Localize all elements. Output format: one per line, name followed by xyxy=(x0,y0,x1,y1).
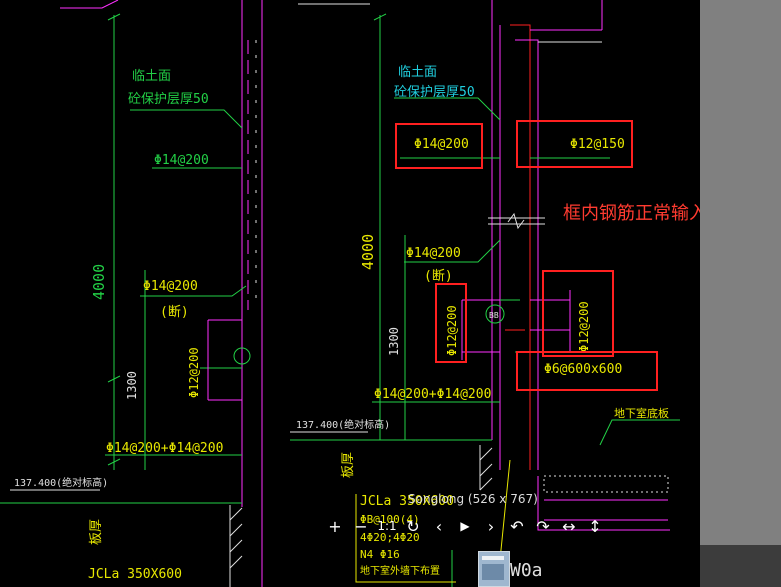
right-leader-beam xyxy=(499,459,511,561)
refresh-button[interactable]: ↻ xyxy=(400,514,426,538)
right-leader-cover xyxy=(394,97,501,121)
image-title: Songlong (526 x 767) xyxy=(408,492,538,506)
viewer-toolbar: + − 1:1 ↻ ‹ ▶ › ↶ ↷ ↔ ↕ xyxy=(322,514,608,538)
left-panel: 临土面 砼保护层厚50 Φ14@200 4000 Φ14@200 (断) Φ12… xyxy=(0,0,263,587)
right-rebar-mid: Φ14@200 xyxy=(406,246,461,261)
right-leader-floor xyxy=(599,419,680,446)
right-beam-6: W0a xyxy=(510,560,543,581)
left-rebar-bottom: Φ14@200+Φ14@200 xyxy=(106,441,223,456)
right-floor-slab xyxy=(543,475,669,493)
left-slab-label: 板厚 xyxy=(89,519,104,545)
right-rebar-mid-note: (断) xyxy=(424,269,453,284)
side-panel xyxy=(700,0,781,545)
cad-drawing: 临土面 砼保护层厚50 Φ14@200 4000 Φ14@200 (断) Φ12… xyxy=(0,0,680,587)
side-panel-footer xyxy=(700,545,781,587)
right-box-rebar-3: Φ12@200 xyxy=(445,305,459,356)
right-wall-rebar-2 xyxy=(515,39,539,470)
rotate-left-button[interactable]: ↶ xyxy=(504,514,530,538)
left-label-soil: 临土面 xyxy=(132,69,171,84)
left-label-cover: 砼保护层厚50 xyxy=(128,92,209,107)
right-rebar-bottom: Φ14@200+Φ14@200 xyxy=(374,387,491,402)
left-elevation: 137.400(绝对标高) xyxy=(14,476,108,489)
right-dim-height: 4000 xyxy=(359,234,377,270)
left-wall-hatch xyxy=(229,505,243,587)
next-button[interactable]: › xyxy=(478,514,504,538)
actual-size-button[interactable]: 1:1 xyxy=(374,514,400,538)
right-beam-5: 地下室外墙下布置 xyxy=(360,564,440,577)
right-wall-rebar-red xyxy=(510,24,531,470)
right-box-rebar-4: Φ12@200 xyxy=(577,301,591,352)
rotate-right-button[interactable]: ↷ xyxy=(530,514,556,538)
left-leader-cover xyxy=(130,109,243,129)
left-rebar-mid-note: (断) xyxy=(160,305,189,320)
flip-horizontal-button[interactable]: ↔ xyxy=(556,514,582,538)
left-rebar-top: Φ14@200 xyxy=(154,153,209,168)
right-beam-4: N4 Φ16 xyxy=(360,548,400,561)
zoom-out-button[interactable]: − xyxy=(348,514,374,538)
right-dim-1300: 1300 xyxy=(387,327,401,356)
left-rebar-vert: Φ12@200 xyxy=(187,347,201,398)
left-dim-1300: 1300 xyxy=(125,371,139,400)
right-box-rebar-2: Φ12@150 xyxy=(570,137,625,152)
prev-button[interactable]: ‹ xyxy=(426,514,452,538)
flip-vertical-button[interactable]: ↕ xyxy=(582,514,608,538)
left-top-line xyxy=(60,0,119,9)
right-bb-tag: BB xyxy=(489,311,499,320)
right-floor-label: 地下室底板 xyxy=(614,406,669,420)
left-beam-label: JCLa 350X600 xyxy=(88,567,182,582)
right-box-rebar-1: Φ14@200 xyxy=(414,137,469,152)
right-wall-hatch xyxy=(479,445,493,491)
right-elevation: 137.400(绝对标高) xyxy=(296,418,390,431)
right-break-symbol xyxy=(488,212,545,230)
zoom-in-button[interactable]: + xyxy=(322,514,348,538)
play-button[interactable]: ▶ xyxy=(452,514,478,538)
thumbnail[interactable] xyxy=(478,551,510,587)
image-viewer: 临土面 砼保护层厚50 Φ14@200 4000 Φ14@200 (断) Φ12… xyxy=(0,0,781,587)
left-dim-height: 4000 xyxy=(90,264,108,300)
right-label-cover: 砼保护层厚50 xyxy=(394,85,475,100)
right-label-soil: 临土面 xyxy=(398,65,437,80)
left-rebar-mid: Φ14@200 xyxy=(143,279,198,294)
annotation-text: 框内钢筋正常输入 xyxy=(563,203,707,224)
right-box-rebar-5: Φ6@600x600 xyxy=(544,362,622,377)
right-slab-label: 板厚 xyxy=(341,452,356,478)
